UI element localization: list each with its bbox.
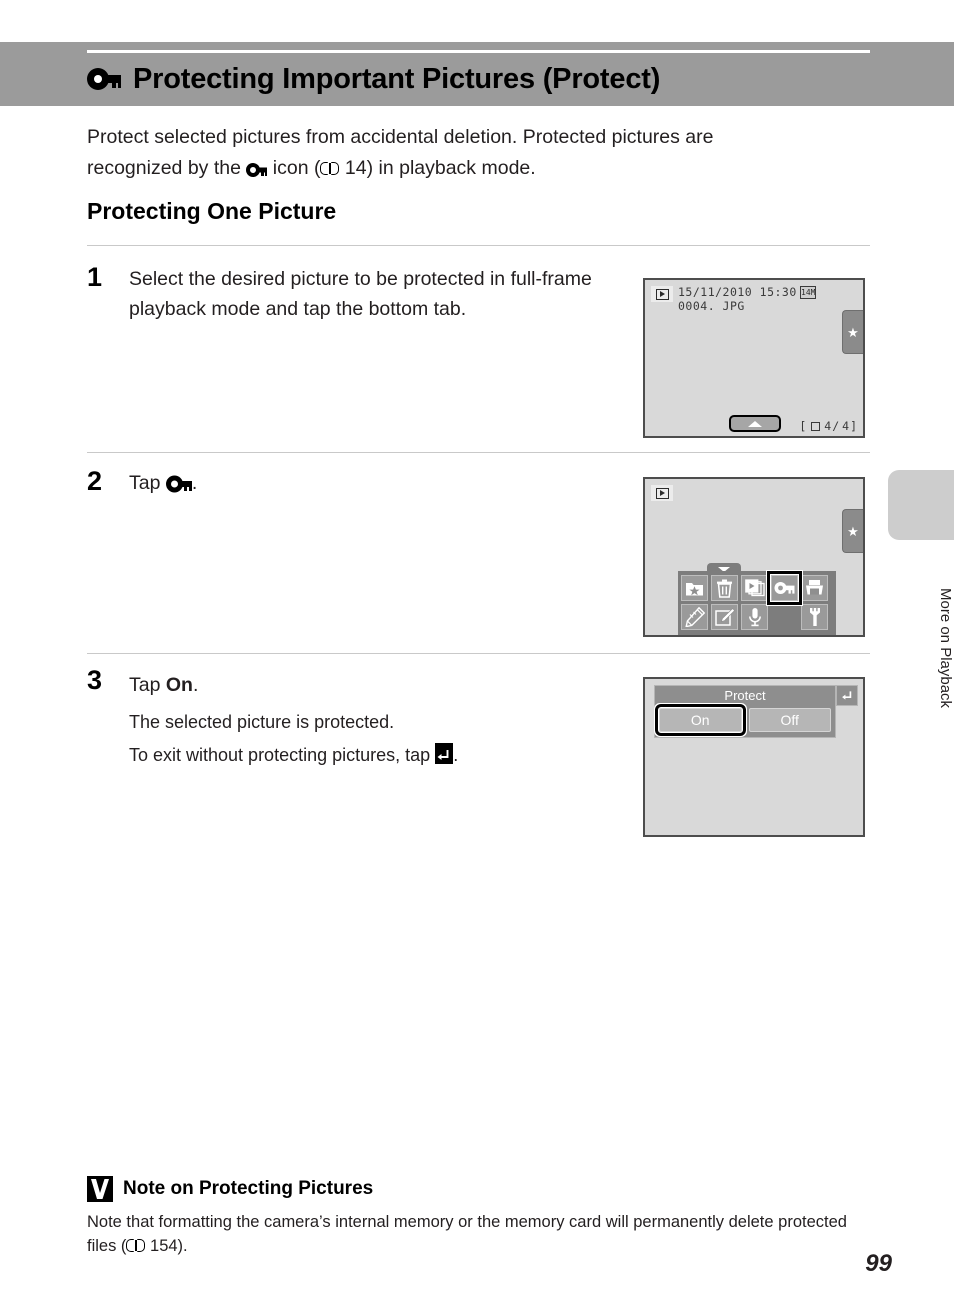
protect-key-icon bbox=[774, 582, 795, 594]
step-1-screen: 15/11/2010 15:30 0004. JPG 14M ★ [ 4/ 4] bbox=[643, 278, 865, 438]
key-protect-icon bbox=[165, 475, 192, 492]
protect-dialog: Protect On Off bbox=[654, 685, 836, 738]
step-2-number: 2 bbox=[87, 466, 103, 496]
return-back-icon bbox=[435, 743, 454, 764]
step-1-text: Select the desired picture to be protect… bbox=[129, 268, 592, 320]
favorites-star-tab[interactable]: ★ bbox=[842, 509, 863, 553]
favorites-folder-icon bbox=[686, 582, 703, 595]
edit-image-icon bbox=[714, 607, 735, 626]
caution-check-icon bbox=[87, 1176, 113, 1202]
playback-mode-icon bbox=[651, 286, 673, 302]
note-body-after: ). bbox=[177, 1237, 188, 1255]
intro-page-ref: 14 bbox=[344, 157, 367, 179]
menu-cell-spacer bbox=[771, 604, 798, 630]
delete-trash-icon bbox=[717, 579, 732, 598]
rule-after-step-2 bbox=[87, 653, 870, 654]
note-page-ref: 154 bbox=[150, 1237, 178, 1255]
note-heading: Note on Protecting Pictures bbox=[87, 1176, 373, 1202]
rule-after-step-1 bbox=[87, 452, 870, 453]
key-protect-icon bbox=[87, 68, 121, 90]
dialog-back-button[interactable] bbox=[836, 685, 858, 706]
screen-date: 15/11/2010 15:30 bbox=[678, 285, 797, 299]
step-3-sub-1: The selected picture is protected. bbox=[129, 712, 395, 732]
protect-dialog-options: On Off bbox=[655, 704, 831, 736]
book-reference-icon bbox=[126, 1238, 146, 1253]
favorites-folder-button[interactable] bbox=[681, 575, 708, 601]
return-back-icon bbox=[841, 691, 851, 700]
quick-retouch-pencil-icon bbox=[684, 607, 705, 627]
step-3-text: Tap On. bbox=[129, 670, 619, 700]
favorites-star-tab[interactable]: ★ bbox=[842, 310, 863, 354]
intro-line-2-before: recognized by the bbox=[87, 157, 241, 179]
quick-retouch-button[interactable] bbox=[681, 604, 708, 630]
print-order-button[interactable] bbox=[801, 575, 828, 601]
protect-on-button[interactable]: On bbox=[655, 704, 746, 736]
note-body: Note that formatting the camera’s intern… bbox=[87, 1210, 857, 1258]
setup-button[interactable] bbox=[801, 604, 828, 630]
chapter-tab bbox=[888, 470, 954, 540]
menu-row bbox=[681, 571, 833, 605]
chapter-tab-label: More on Playback bbox=[937, 587, 954, 709]
slideshow-button[interactable] bbox=[741, 575, 768, 601]
intro-line-2-after: ) in playback mode. bbox=[366, 157, 536, 179]
step-3-sub-2-after: . bbox=[453, 745, 459, 765]
sub-heading: Protecting One Picture bbox=[87, 198, 337, 224]
step-3-text-after: . bbox=[192, 674, 199, 696]
step-3-sub-2: To exit without protecting pictures, tap… bbox=[129, 740, 619, 771]
step-1-number: 1 bbox=[87, 262, 103, 292]
intro-line-1: Protect selected pictures from accidenta… bbox=[87, 126, 714, 148]
edit-image-button[interactable] bbox=[711, 604, 738, 630]
setup-wrench-icon bbox=[809, 608, 820, 626]
intro-paragraph: Protect selected pictures from accidenta… bbox=[87, 122, 807, 184]
chevron-up-icon bbox=[748, 420, 762, 427]
screen-filename: 0004. JPG bbox=[678, 299, 745, 313]
protect-key-badge-icon bbox=[246, 163, 268, 177]
note-body-before: Note that formatting the camera’s intern… bbox=[87, 1213, 847, 1255]
step-3-screen: Protect On Off bbox=[643, 677, 865, 837]
protect-off-button[interactable]: Off bbox=[748, 708, 831, 732]
step-3-sub-2-before: To exit without protecting pictures, tap bbox=[129, 745, 431, 765]
print-order-icon bbox=[806, 580, 823, 595]
step-2-text: Tap . bbox=[129, 468, 619, 498]
header-top-rule bbox=[87, 50, 870, 53]
frame-counter: [ 4/ 4] bbox=[799, 419, 858, 433]
step-3-number: 3 bbox=[87, 665, 103, 695]
page-title-text: Protecting Important Pictures (Protect) bbox=[133, 62, 661, 95]
counter-bracket-open: [ bbox=[799, 419, 808, 433]
book-reference-icon bbox=[320, 161, 340, 176]
protect-button[interactable] bbox=[767, 571, 802, 605]
step-3-option: On bbox=[165, 674, 193, 696]
internal-memory-icon bbox=[811, 421, 821, 431]
step-2-screen: ★ bbox=[643, 477, 865, 637]
menu-row bbox=[681, 604, 833, 630]
page-title: Protecting Important Pictures (Protect) bbox=[87, 56, 887, 102]
slideshow-icon bbox=[744, 579, 765, 597]
image-size-badge: 14M bbox=[800, 286, 816, 299]
step-3-text-before: Tap bbox=[129, 674, 161, 696]
step-2-text-before: Tap bbox=[129, 472, 161, 494]
delete-button[interactable] bbox=[711, 575, 738, 601]
step-1-screen-info: 15/11/2010 15:30 0004. JPG bbox=[678, 285, 797, 313]
note-heading-text: Note on Protecting Pictures bbox=[123, 1178, 374, 1199]
voice-memo-microphone-icon bbox=[748, 608, 761, 627]
rule-under-subheading bbox=[87, 245, 870, 246]
bottom-tab-button[interactable] bbox=[729, 415, 781, 432]
playback-mode-icon bbox=[651, 485, 673, 501]
intro-line-2-mid: icon ( bbox=[272, 157, 321, 179]
protect-dialog-title: Protect bbox=[724, 688, 766, 703]
counter-total: 4] bbox=[842, 419, 858, 433]
voice-memo-button[interactable] bbox=[741, 604, 768, 630]
step-2-text-after: . bbox=[191, 472, 198, 494]
page-number: 99 bbox=[865, 1250, 892, 1277]
playback-menu-panel bbox=[678, 571, 836, 635]
counter-current: 4/ bbox=[824, 419, 841, 433]
